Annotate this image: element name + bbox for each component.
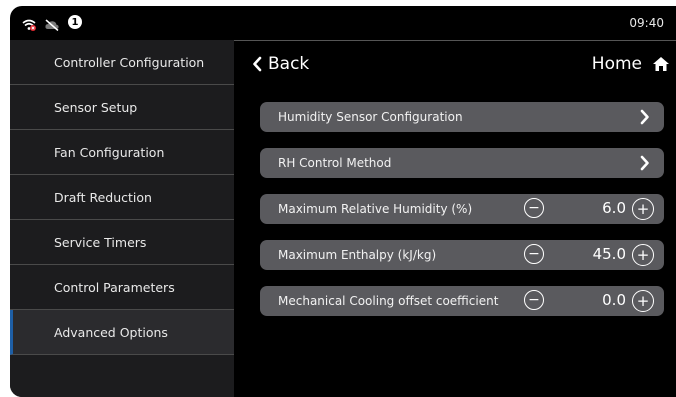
chevron-left-icon [252, 56, 262, 72]
device-screen: 1 09:40 Controller Configuration Sensor … [10, 6, 676, 397]
setting-value: 45.0 [592, 245, 626, 263]
sidebar-item-control-parameters[interactable]: Control Parameters [10, 265, 234, 310]
home-label: Home [591, 54, 642, 74]
sidebar-item-label: Service Timers [54, 234, 147, 250]
setting-label: Humidity Sensor Configuration [278, 110, 463, 124]
setting-label: Maximum Enthalpy (kJ/kg) [278, 248, 437, 262]
sidebar-item-label: Advanced Options [54, 324, 168, 340]
settings-row-humidity-sensor-configuration[interactable]: Humidity Sensor Configuration [260, 102, 664, 132]
setting-value: 0.0 [602, 291, 626, 309]
status-bar: 1 09:40 [10, 6, 676, 40]
plus-circle-icon[interactable]: + [632, 244, 654, 266]
minus-circle-icon[interactable]: − [524, 198, 544, 218]
clock-time: 09:40 [629, 16, 664, 30]
settings-row-maximum-relative-humidity: Maximum Relative Humidity (%) − 6.0 + [260, 194, 664, 224]
cloud-off-icon[interactable] [44, 16, 60, 32]
setting-label: Mechanical Cooling offset coefficient [278, 294, 499, 308]
sidebar-item-label: Draft Reduction [54, 189, 152, 205]
settings-row-maximum-enthalpy: Maximum Enthalpy (kJ/kg) − 45.0 + [260, 240, 664, 270]
back-label: Back [268, 54, 310, 74]
status-icons: 1 [22, 15, 82, 32]
sidebar-item-label: Sensor Setup [54, 99, 138, 115]
sidebar-item-fan-configuration[interactable]: Fan Configuration [10, 130, 234, 175]
minus-circle-icon[interactable]: − [524, 290, 544, 310]
setting-label: RH Control Method [278, 156, 392, 170]
home-button[interactable]: Home [592, 54, 670, 74]
minus-circle-icon[interactable]: − [524, 244, 544, 264]
wifi-off-icon[interactable] [22, 16, 36, 31]
plus-circle-icon[interactable]: + [632, 290, 654, 312]
settings-row-rh-control-method[interactable]: RH Control Method [260, 148, 664, 178]
sidebar-item-sensor-setup[interactable]: Sensor Setup [10, 85, 234, 130]
home-icon [652, 56, 670, 72]
chevron-right-icon [640, 109, 650, 128]
header-divider [234, 40, 676, 41]
sidebar: Controller Configuration Sensor Setup Fa… [10, 40, 234, 397]
settings-row-mechanical-cooling-offset: Mechanical Cooling offset coefficient − … [260, 286, 664, 316]
notification-icon[interactable]: 1 [68, 15, 82, 29]
sidebar-item-advanced-options[interactable]: Advanced Options [10, 310, 234, 355]
setting-value: 6.0 [602, 199, 626, 217]
setting-label: Maximum Relative Humidity (%) [278, 202, 473, 216]
chevron-right-icon [640, 155, 650, 174]
notification-count: 1 [71, 16, 79, 28]
main-panel: Back Home Humidity Sensor Configuration … [234, 40, 676, 397]
back-button[interactable]: Back [252, 54, 309, 74]
sidebar-item-label: Fan Configuration [54, 144, 165, 160]
sidebar-item-controller-configuration[interactable]: Controller Configuration [10, 40, 234, 85]
sidebar-item-label: Controller Configuration [54, 54, 205, 70]
sidebar-item-service-timers[interactable]: Service Timers [10, 220, 234, 265]
sidebar-item-draft-reduction[interactable]: Draft Reduction [10, 175, 234, 220]
plus-circle-icon[interactable]: + [632, 198, 654, 220]
sidebar-item-label: Control Parameters [54, 279, 175, 295]
